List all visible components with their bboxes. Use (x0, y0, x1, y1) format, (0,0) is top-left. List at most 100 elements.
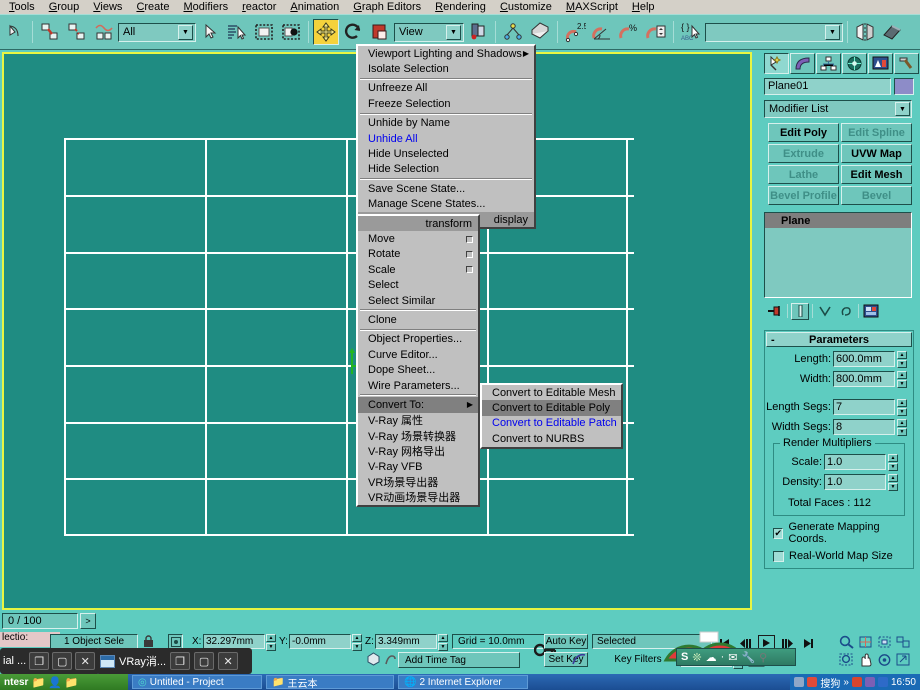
motion-tab-icon[interactable] (842, 53, 867, 74)
modifier-button-uvw-map[interactable]: UVW Map (841, 144, 912, 163)
menu-reactor[interactable]: reactor (235, 1, 283, 14)
menu-create[interactable]: Create (129, 1, 176, 14)
maximize-viewport-icon[interactable] (895, 652, 912, 668)
menu-item-manage-scene-states[interactable]: Manage Scene States... (358, 197, 534, 212)
modifier-button-extrude[interactable]: Extrude (768, 144, 839, 163)
modifier-button-bevel[interactable]: Bevel (841, 186, 912, 205)
spinner-length[interactable]: ▲ ▼ (897, 351, 907, 368)
zoom-extents-all-icon[interactable] (895, 634, 912, 650)
tray-icon-red[interactable] (851, 677, 862, 687)
start-button[interactable]: ntesr 📁 👤 📁 (0, 674, 128, 690)
chevron-down-icon[interactable]: ▼ (825, 24, 840, 40)
spinner-scale[interactable]: ▲ ▼ (888, 454, 898, 471)
menu-help[interactable]: Help (625, 1, 662, 14)
restore-icon[interactable]: ❐ (29, 652, 50, 670)
coord-field-z[interactable]: 3.349mm (375, 634, 437, 649)
modify-tab-icon[interactable] (790, 53, 815, 74)
checkbox-row-real-world-map-size[interactable]: Real-World Map Size (773, 550, 913, 562)
maximize-icon[interactable]: ▢ (194, 652, 215, 670)
current-frame-display[interactable]: 0 / 100 (2, 613, 78, 629)
menu-item-rotate[interactable]: Rotate (358, 247, 478, 262)
spinner-width[interactable]: ▲ ▼ (897, 371, 907, 388)
close-icon[interactable]: ✕ (218, 652, 239, 670)
modifier-button-lathe[interactable]: Lathe (768, 165, 839, 184)
menu-item-convert-to-editable-mesh[interactable]: Convert to Editable Mesh (482, 385, 621, 400)
select-and-rotate-icon[interactable] (340, 19, 366, 45)
chevron-down-icon[interactable]: ▼ (446, 24, 461, 40)
menu-item-vr-animation-scene-export[interactable]: VR动画场景导出器 (358, 490, 478, 505)
restore-icon[interactable]: ❐ (170, 652, 191, 670)
select-and-manipulate-icon[interactable] (500, 19, 526, 45)
spinner-z[interactable]: ▲ ▼ (438, 634, 448, 651)
chevron-down-icon[interactable]: ▼ (895, 102, 910, 116)
menu-graph-editors[interactable]: Graph Editors (346, 1, 428, 14)
menu-item-viewport-lighting[interactable]: Viewport Lighting and Shadows ▶ (358, 46, 534, 61)
zoom-icon[interactable] (838, 634, 855, 650)
folder-icon[interactable]: 📁 (65, 676, 79, 689)
menu-item-object-properties[interactable]: Object Properties... (358, 332, 478, 347)
folder-icon[interactable]: 📁 (31, 676, 45, 689)
display-tab-icon[interactable] (868, 53, 893, 74)
arc-rotate-icon[interactable] (876, 652, 893, 668)
tray-icon-network[interactable] (794, 677, 805, 687)
checkbox-generate-mapping-coords[interactable]: ✔ (773, 527, 784, 539)
param-field-scale[interactable]: 1.0 (824, 454, 886, 470)
percent-snap-toggle-icon[interactable]: % (616, 19, 642, 45)
auto-key-button[interactable]: Auto Key (544, 634, 588, 649)
param-field-width[interactable]: 800.0mm (833, 371, 895, 387)
modifier-button-edit-mesh[interactable]: Edit Mesh (841, 165, 912, 184)
settings-box-icon[interactable] (466, 235, 473, 243)
tray-icon-blue[interactable] (877, 677, 888, 687)
undo-arrow-icon[interactable] (2, 19, 28, 45)
menu-item-isolate-selection[interactable]: Isolate Selection (358, 61, 534, 76)
menu-item-convert-to-editable-patch[interactable]: Convert to Editable Patch (482, 416, 621, 431)
convert-to-submenu[interactable]: Convert to Editable Mesh Convert to Edit… (480, 383, 623, 449)
menu-item-vray-properties[interactable]: V-Ray 属性 (358, 413, 478, 428)
snaps-toggle-25-icon[interactable]: 2.5 (562, 19, 588, 45)
chevron-down-icon[interactable]: ▼ (178, 24, 193, 40)
rectangular-selection-region-icon[interactable] (251, 19, 277, 45)
menu-item-scale[interactable]: Scale (358, 262, 478, 277)
taskbar-item-folder[interactable]: 📁 王云本 (266, 675, 394, 689)
bind-to-space-warp-icon[interactable] (91, 19, 117, 45)
settings-box-icon[interactable] (466, 250, 473, 258)
pin-stack-icon[interactable] (766, 303, 784, 320)
angle-snap-toggle-icon[interactable] (589, 19, 615, 45)
key-mode-icon[interactable] (384, 652, 397, 666)
mirror-icon[interactable] (852, 19, 878, 45)
taskbar-item-max[interactable]: ◎ Untitled - Project (132, 675, 262, 689)
menu-item-vray-mesh-export[interactable]: V-Ray 网格导出 (358, 443, 478, 458)
snapshot-icon[interactable] (366, 652, 381, 666)
spinner-width-segs[interactable]: ▲ ▼ (897, 419, 907, 436)
floating-window-material-editor[interactable]: ial ... ❐ ▢ ✕ (0, 648, 100, 674)
coord-field-y[interactable]: -0.0mm (289, 634, 351, 649)
param-field-density[interactable]: 1.0 (824, 474, 886, 490)
spinner-density[interactable]: ▲ ▼ (888, 474, 898, 491)
menu-rendering[interactable]: Rendering (428, 1, 493, 14)
add-time-tag-button[interactable]: Add Time Tag (398, 652, 520, 668)
taskbar-item-ie[interactable]: 🌐 2 Internet Explorer (398, 675, 528, 689)
snaps-toggle-icon[interactable] (527, 19, 553, 45)
menu-item-hide-selection[interactable]: Hide Selection (358, 162, 534, 177)
select-object-icon[interactable] (197, 19, 223, 45)
object-name-field[interactable]: Plane01 (764, 78, 891, 95)
absolute-relative-transform-icon[interactable] (168, 634, 183, 649)
maximize-icon[interactable]: ▢ (52, 652, 73, 670)
tray-ime-label[interactable]: 搜狗 (820, 675, 840, 690)
named-selection-set-combo[interactable]: ▼ (705, 22, 843, 42)
eraser-icon[interactable] (879, 19, 905, 45)
floating-window-vray[interactable]: VRay消... ❐ ▢ ✕ (96, 648, 252, 674)
menu-item-vray-scene-converter[interactable]: V-Ray 场景转换器 (358, 428, 478, 443)
zoom-all-icon[interactable] (857, 634, 874, 650)
spinner-y[interactable]: ▲ ▼ (352, 634, 362, 651)
select-by-name-icon[interactable] (224, 19, 250, 45)
menu-item-curve-editor[interactable]: Curve Editor... (358, 347, 478, 362)
menu-item-hide-unselected[interactable]: Hide Unselected (358, 146, 534, 161)
create-tab-icon[interactable] (764, 53, 789, 74)
collapse-icon[interactable]: - (771, 334, 775, 346)
menu-maxscript[interactable]: MAXScript (559, 1, 625, 14)
tray-icon-app[interactable] (807, 677, 818, 687)
close-icon[interactable]: ✕ (75, 652, 96, 670)
modifier-button-bevel-profile[interactable]: Bevel Profile (768, 186, 839, 205)
menu-item-wire-parameters[interactable]: Wire Parameters... (358, 378, 478, 393)
